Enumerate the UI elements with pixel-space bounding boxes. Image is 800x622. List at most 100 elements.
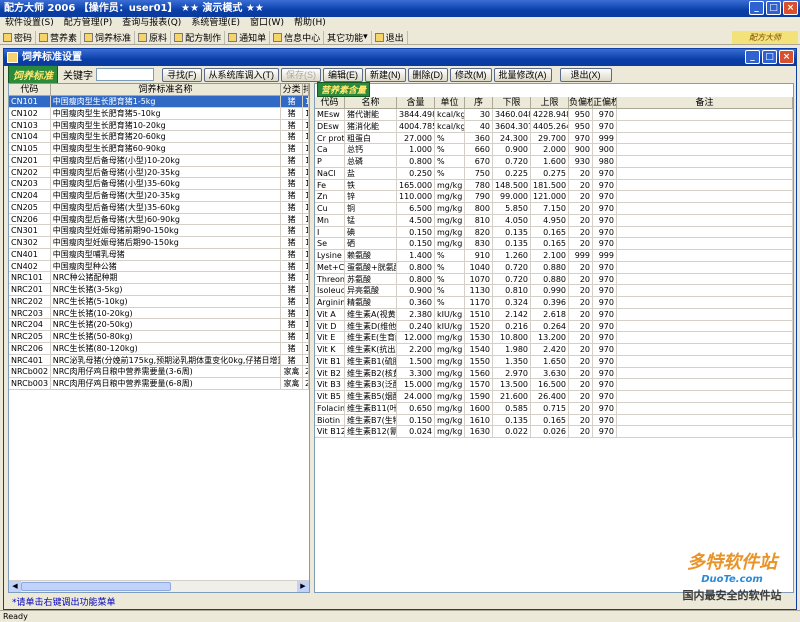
cell-content[interactable]: 165.000 bbox=[397, 179, 435, 191]
cell-upper[interactable]: 1.650 bbox=[531, 355, 569, 367]
cell-content[interactable]: 2.380 bbox=[397, 308, 435, 320]
cell-pos-weight[interactable]: 980 bbox=[593, 156, 617, 167]
cell-lower[interactable]: 0.810 bbox=[493, 285, 531, 296]
cell-upper[interactable]: 13.200 bbox=[531, 332, 569, 343]
cell-upper[interactable]: 4228.948 bbox=[531, 109, 569, 120]
cell-remarks[interactable] bbox=[617, 109, 793, 120]
cell-upper[interactable]: 121.000 bbox=[531, 191, 569, 202]
col-header-lower-limit[interactable]: 下限 bbox=[493, 97, 531, 108]
cell-unit[interactable]: mg/kg bbox=[435, 367, 465, 379]
menu-item-formula[interactable]: 配方管理(P) bbox=[59, 17, 117, 30]
cell-nutrient-name[interactable]: 总钙 bbox=[345, 144, 397, 155]
toolbar-password[interactable]: 密码 bbox=[0, 30, 37, 44]
save-button[interactable]: 保存(S) bbox=[281, 67, 321, 82]
cell-nutrient-code[interactable]: Arginine bbox=[315, 297, 345, 308]
cell-unit[interactable]: mg/kg bbox=[435, 402, 465, 414]
scroll-thumb[interactable] bbox=[21, 582, 171, 591]
cell-nutrient-name[interactable]: 赖氨酸 bbox=[345, 250, 397, 261]
cell-nutrient-name[interactable]: 维生素B12(氰钴胺素) bbox=[345, 426, 397, 437]
toolbar-formula[interactable]: 配方制作 bbox=[171, 30, 226, 44]
cell-neg-weight[interactable]: 20 bbox=[569, 402, 593, 414]
cell-lower[interactable]: 4.050 bbox=[493, 214, 531, 226]
cell-content[interactable]: 1.000 bbox=[397, 144, 435, 155]
cell-content[interactable]: 2.200 bbox=[397, 344, 435, 355]
cell-sequence[interactable]: 40 bbox=[465, 120, 493, 132]
table-row[interactable]: Se 硒 0.150 mg/kg 830 0.135 0.165 20 970 bbox=[315, 238, 793, 250]
menu-item-window[interactable]: 窗口(W) bbox=[245, 17, 289, 30]
cell-lower[interactable]: 3604.307 bbox=[493, 120, 531, 132]
cell-pos-weight[interactable]: 970 bbox=[593, 261, 617, 273]
cell-nutrient-code[interactable]: MEsw bbox=[315, 109, 345, 120]
cell-neg-weight[interactable]: 20 bbox=[569, 214, 593, 226]
col-header-content[interactable]: 含量 bbox=[397, 97, 435, 108]
cell-neg-weight[interactable]: 20 bbox=[569, 344, 593, 355]
cell-nutrient-name[interactable]: 蛋氨酸+胱氨酸 bbox=[345, 261, 397, 273]
cell-lower[interactable]: 0.720 bbox=[493, 156, 531, 167]
cell-remarks[interactable] bbox=[617, 273, 793, 285]
cell-nutrient-name[interactable]: 粗蛋白 bbox=[345, 132, 397, 144]
table-row[interactable]: Zn 锌 110.000 mg/kg 790 99.000 121.000 20 970 bbox=[315, 191, 793, 203]
table-row[interactable]: Vit B12维生素B12(氰钴胺素)0.024mg/kg16300.0220.… bbox=[315, 426, 793, 438]
cell-pos-weight[interactable]: 970 bbox=[593, 238, 617, 249]
cell-upper[interactable]: 0.165 bbox=[531, 226, 569, 238]
cell-unit[interactable]: mg/kg bbox=[435, 391, 465, 402]
table-row[interactable]: Cr prot 粗蛋白 27.000% 360 24.300 29.700 970 999 bbox=[315, 132, 793, 145]
cell-content[interactable]: 0.150 bbox=[397, 414, 435, 426]
cell-content[interactable]: 0.024 bbox=[397, 426, 435, 437]
cell-nutrient-name[interactable]: 铁 bbox=[345, 179, 397, 191]
cell-content[interactable]: 0.800 bbox=[397, 261, 435, 273]
cell-upper[interactable]: 0.165 bbox=[531, 238, 569, 249]
toolbar-exit[interactable]: 退出 bbox=[372, 30, 408, 44]
cell-nutrient-name[interactable]: 维生素B5(烟酸,烟酰胺) bbox=[345, 391, 397, 402]
table-row[interactable]: CN206中国瘦肉型后备母猪(大型)60-90kg猪1 bbox=[9, 213, 309, 226]
cell-neg-weight[interactable]: 20 bbox=[569, 261, 593, 273]
cell-nutrient-code[interactable]: Vit E bbox=[315, 332, 345, 343]
toolbar-nutrients[interactable]: 营养素 bbox=[36, 30, 82, 44]
find-button[interactable]: 寻找(F) bbox=[162, 67, 202, 82]
cell-nutrient-name[interactable]: 铜 bbox=[345, 203, 397, 214]
minimize-button[interactable]: _ bbox=[749, 1, 764, 15]
cell-unit[interactable]: mg/kg bbox=[435, 426, 465, 437]
table-row[interactable]: CN301中国瘦肉型妊娠母猪前期90-150kg猪1 bbox=[9, 225, 309, 237]
cell-content[interactable]: 1.500 bbox=[397, 355, 435, 367]
col-header-nutrient-code[interactable]: 代码 bbox=[315, 97, 345, 108]
cell-upper[interactable]: 29.700 bbox=[531, 132, 569, 144]
cell-content[interactable]: 0.240 bbox=[397, 320, 435, 332]
cell-content[interactable]: 15.000 bbox=[397, 379, 435, 390]
cell-nutrient-code[interactable]: Zn bbox=[315, 191, 345, 202]
cell-content[interactable]: 0.650 bbox=[397, 402, 435, 414]
cell-nutrient-name[interactable]: 维生素B11(叶酸) bbox=[345, 402, 397, 414]
cell-sequence[interactable]: 1570 bbox=[465, 379, 493, 390]
cell-lower[interactable]: 10.800 bbox=[493, 332, 531, 343]
table-row[interactable]: Vit A维生素A(视黄醇)2.380kIU/kg15102.1422.6182… bbox=[315, 308, 793, 321]
cell-lower[interactable]: 0.585 bbox=[493, 402, 531, 414]
cell-unit[interactable]: kIU/kg bbox=[435, 320, 465, 332]
cell-sequence[interactable]: 660 bbox=[465, 144, 493, 155]
cell-sequence[interactable]: 1540 bbox=[465, 344, 493, 355]
cell-neg-weight[interactable]: 20 bbox=[569, 273, 593, 285]
cell-content[interactable]: 24.000 bbox=[397, 391, 435, 402]
cell-sequence[interactable]: 1130 bbox=[465, 285, 493, 296]
cell-content[interactable]: 12.000 bbox=[397, 332, 435, 343]
cell-remarks[interactable] bbox=[617, 179, 793, 191]
edit-button[interactable]: 编辑(E) bbox=[323, 67, 363, 82]
cell-pos-weight[interactable]: 970 bbox=[593, 344, 617, 355]
cell-nutrient-code[interactable]: Vit B5 bbox=[315, 391, 345, 402]
table-row[interactable]: Biotin维生素B7(生物素)0.150mg/kg16100.1350.165… bbox=[315, 414, 793, 427]
cell-nutrient-name[interactable]: 猪消化能 bbox=[345, 120, 397, 132]
table-row[interactable]: Folacin维生素B11(叶酸)0.650mg/kg16000.5850.71… bbox=[315, 402, 793, 415]
cell-unit[interactable]: mg/kg bbox=[435, 191, 465, 202]
cell-nutrient-code[interactable]: Mn bbox=[315, 214, 345, 226]
cell-content[interactable]: 1.400 bbox=[397, 250, 435, 261]
cell-upper[interactable]: 2.618 bbox=[531, 308, 569, 320]
cell-remarks[interactable] bbox=[617, 226, 793, 238]
cell-nutrient-code[interactable]: Vit A bbox=[315, 308, 345, 320]
cell-sequence[interactable]: 1530 bbox=[465, 332, 493, 343]
col-header-nutrient-name[interactable]: 名称 bbox=[345, 97, 397, 108]
delete-button[interactable]: 删除(D) bbox=[407, 67, 448, 82]
table-row[interactable]: Threonine苏氨酸0.800%10700.7200.88020970 bbox=[315, 273, 793, 286]
cell-nutrient-name[interactable]: 维生素A(视黄醇) bbox=[345, 308, 397, 320]
cell-nutrient-code[interactable]: Cu bbox=[315, 203, 345, 214]
cell-nutrient-code[interactable]: Fe bbox=[315, 179, 345, 191]
cell-unit[interactable]: mg/kg bbox=[435, 355, 465, 367]
